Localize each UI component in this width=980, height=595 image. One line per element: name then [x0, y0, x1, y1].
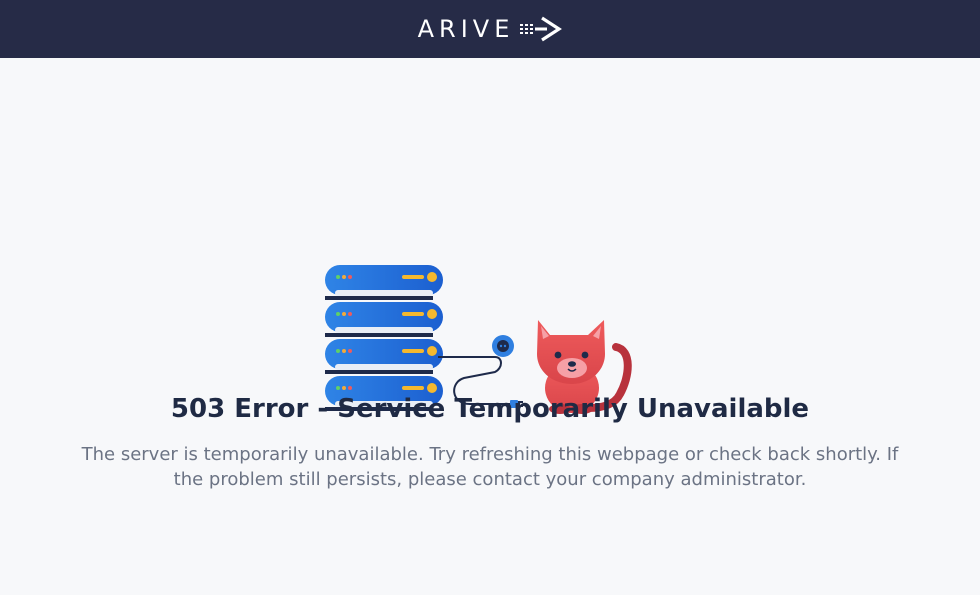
error-page-content: 503 Error - Service Temporarily Unavaila… — [0, 58, 980, 595]
top-bar: ARIVE — [0, 0, 980, 58]
brand-logo[interactable]: ARIVE — [418, 15, 563, 43]
error-message: The server is temporarily unavailable. T… — [81, 444, 899, 490]
brand-name: ARIVE — [417, 15, 515, 43]
arrow-speed-icon — [520, 16, 563, 42]
error-title: 503 Error - Service Temporarily Unavaila… — [170, 394, 810, 424]
server-stack-icon — [325, 265, 443, 411]
